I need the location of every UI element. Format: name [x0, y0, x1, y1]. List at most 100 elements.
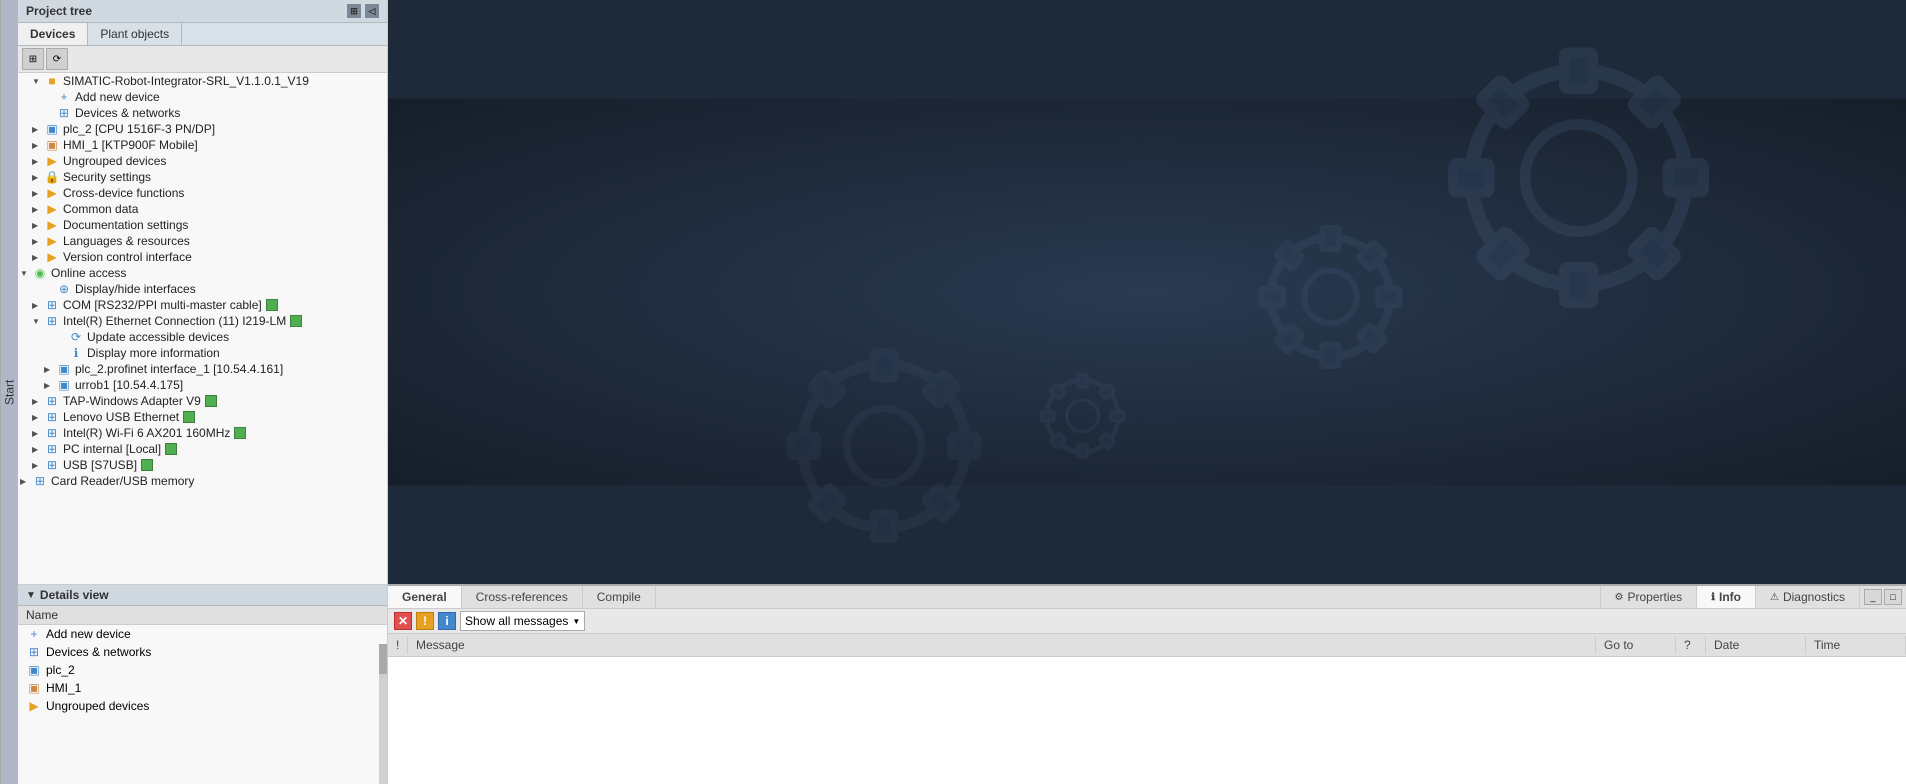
tree-item-urrob1[interactable]: ▶ ▣ urrob1 [10.54.4.175]: [18, 377, 387, 393]
msg-table-header: ! Message Go to ? Date Time: [388, 634, 1906, 657]
details-icon-1: ⊞: [26, 645, 42, 659]
tree-item-online[interactable]: ▼ ◉ Online access: [18, 265, 387, 281]
col-date: Date: [1706, 636, 1806, 654]
tab-cross-references[interactable]: Cross-references: [462, 586, 583, 608]
tree-item-tap[interactable]: ▶ ⊞ TAP-Windows Adapter V9: [18, 393, 387, 409]
tree-item-card[interactable]: ▶ ⊞ Card Reader/USB memory: [18, 473, 387, 489]
details-icon-4: ▶: [26, 699, 42, 713]
tree-toolbar: ⊞ ⟳: [18, 46, 387, 73]
tree-item-lenovo[interactable]: ▶ ⊞ Lenovo USB Ethernet: [18, 409, 387, 425]
toolbar-btn-refresh[interactable]: ⟳: [46, 48, 68, 70]
tree-icon-common: ▶: [44, 202, 60, 216]
tree-arrow-common: ▶: [32, 205, 44, 214]
filter-warning-btn[interactable]: !: [416, 612, 434, 630]
details-item-2[interactable]: ▣ plc_2: [18, 661, 387, 679]
tree-item-display-more[interactable]: ℹ Display more information: [18, 345, 387, 361]
col-time: Time: [1806, 636, 1906, 654]
tree-item-ungrouped[interactable]: ▶ ▶ Ungrouped devices: [18, 153, 387, 169]
tree-root[interactable]: ▼ ■ SIMATIC-Robot-Integrator-SRL_V1.1.0.…: [18, 73, 387, 89]
tree-item-pc[interactable]: ▶ ⊞ PC internal [Local]: [18, 441, 387, 457]
tree-label-dh: Display/hide interfaces: [75, 282, 196, 296]
details-icon-3: ▣: [26, 681, 42, 695]
tree-item-profinet[interactable]: ▶ ▣ plc_2.profinet interface_1 [10.54.4.…: [18, 361, 387, 377]
tree-icon-intel: ⊞: [44, 314, 60, 328]
tree-label-version: Version control interface: [63, 250, 192, 264]
tree-item-doc[interactable]: ▶ ▶ Documentation settings: [18, 217, 387, 233]
tree-item-lang[interactable]: ▶ ▶ Languages & resources: [18, 233, 387, 249]
details-icon-0: +: [26, 627, 42, 641]
tab-general[interactable]: General: [388, 586, 462, 608]
details-column-header: Name: [18, 606, 387, 625]
tree-label-pc: PC internal [Local]: [63, 442, 161, 456]
tree-icon-pc: ⊞: [44, 442, 60, 456]
tree-item-usb[interactable]: ▶ ⊞ USB [S7USB]: [18, 457, 387, 473]
tree-item-display-hide[interactable]: ⊕ Display/hide interfaces: [18, 281, 387, 297]
col-goto: Go to: [1596, 636, 1676, 654]
tree-label-pf: plc_2.profinet interface_1 [10.54.4.161]: [75, 362, 283, 376]
tree-icon-doc: ▶: [44, 218, 60, 232]
tree-arrow-lang: ▶: [32, 237, 44, 246]
tree-icon-usb: ⊞: [44, 458, 60, 472]
tab-compile[interactable]: Compile: [583, 586, 656, 608]
tree-item-com[interactable]: ▶ ⊞ COM [RS232/PPI multi-master cable]: [18, 297, 387, 313]
details-item-4[interactable]: ▶ Ungrouped devices: [18, 697, 387, 715]
toolbar-btn-grid[interactable]: ⊞: [22, 48, 44, 70]
tree-item-security[interactable]: ▶ 🔒 Security settings: [18, 169, 387, 185]
tree-label-hmi1: HMI_1 [KTP900F Mobile]: [63, 138, 198, 152]
tree-item-common[interactable]: ▶ ▶ Common data: [18, 201, 387, 217]
tree-item-devnet[interactable]: ⊞ Devices & networks: [18, 105, 387, 121]
tree-icon-ua: ⟳: [68, 330, 84, 344]
tree-icon-version: ▶: [44, 250, 60, 264]
bottom-panel: General Cross-references Compile ⚙ Prope…: [388, 584, 1906, 784]
tree-arrow-version: ▶: [32, 253, 44, 262]
tree-item-intel-eth[interactable]: ▼ ⊞ Intel(R) Ethernet Connection (11) I2…: [18, 313, 387, 329]
details-item-3[interactable]: ▣ HMI_1: [18, 679, 387, 697]
tree-label-card: Card Reader/USB memory: [51, 474, 194, 488]
details-item-0[interactable]: + Add new device: [18, 625, 387, 643]
tree-icon-hmi1: ▣: [44, 138, 60, 152]
tree-item-version[interactable]: ▶ ▶ Version control interface: [18, 249, 387, 265]
tree-item-add-device[interactable]: + Add new device: [18, 89, 387, 105]
info-icon: ℹ: [1711, 592, 1715, 603]
filter-error-btn[interactable]: ✕: [394, 612, 412, 630]
dropdown-arrow-icon: ▼: [572, 617, 580, 626]
tab-bar: Devices Plant objects: [18, 23, 387, 46]
right-tab-diagnostics[interactable]: ⚠ Diagnostics: [1755, 586, 1859, 608]
tree-arrow-lenovo: ▶: [32, 413, 44, 422]
tree-icon-online: ◉: [32, 266, 48, 280]
tree-item-hmi1[interactable]: ▶ ▣ HMI_1 [KTP900F Mobile]: [18, 137, 387, 153]
tree-arrow-intel: ▼: [32, 317, 44, 326]
details-header[interactable]: ▼ Details view: [18, 585, 387, 606]
tree-label-ungrouped: Ungrouped devices: [63, 154, 166, 168]
right-tab-info[interactable]: ℹ Info: [1696, 586, 1755, 608]
tree-arrow-com: ▶: [32, 301, 44, 310]
tree-icon-security: 🔒: [44, 170, 60, 184]
tree-item-cross[interactable]: ▶ ▶ Cross-device functions: [18, 185, 387, 201]
right-tab-properties[interactable]: ⚙ Properties: [1600, 586, 1697, 608]
tab-plant-objects[interactable]: Plant objects: [88, 23, 182, 45]
tree-item-plc2[interactable]: ▶ ▣ plc_2 [CPU 1516F-3 PN/DP]: [18, 121, 387, 137]
details-title: Details view: [40, 588, 109, 602]
tree-arrow-ur: ▶: [44, 381, 56, 390]
details-item-1[interactable]: ⊞ Devices & networks: [18, 643, 387, 661]
panel-maximize-btn[interactable]: □: [1884, 589, 1902, 605]
tree-arrow-ungrouped: ▶: [32, 157, 44, 166]
tree-arrow-hmi1: ▶: [32, 141, 44, 150]
col-exclamation: !: [388, 636, 408, 654]
start-tab[interactable]: Start: [0, 0, 18, 784]
panel-minimize-btn[interactable]: _: [1864, 589, 1882, 605]
project-tree-icon-2[interactable]: ◁: [365, 4, 379, 18]
tree-arrow-wifi: ▶: [32, 429, 44, 438]
properties-icon: ⚙: [1615, 592, 1624, 603]
gear-background: [388, 0, 1906, 584]
msg-content-area: [388, 657, 1906, 784]
tab-devices[interactable]: Devices: [18, 23, 88, 45]
details-collapse-icon: ▼: [26, 590, 36, 601]
gear-svg: [388, 0, 1906, 584]
filter-info-btn[interactable]: i: [438, 612, 456, 630]
show-messages-dropdown[interactable]: Show all messages ▼: [460, 611, 585, 631]
start-tab-label: Start: [3, 379, 17, 404]
tree-item-update-acc[interactable]: ⟳ Update accessible devices: [18, 329, 387, 345]
tree-item-wifi[interactable]: ▶ ⊞ Intel(R) Wi-Fi 6 AX201 160MHz: [18, 425, 387, 441]
project-tree-icon-1[interactable]: ⊞: [347, 4, 361, 18]
